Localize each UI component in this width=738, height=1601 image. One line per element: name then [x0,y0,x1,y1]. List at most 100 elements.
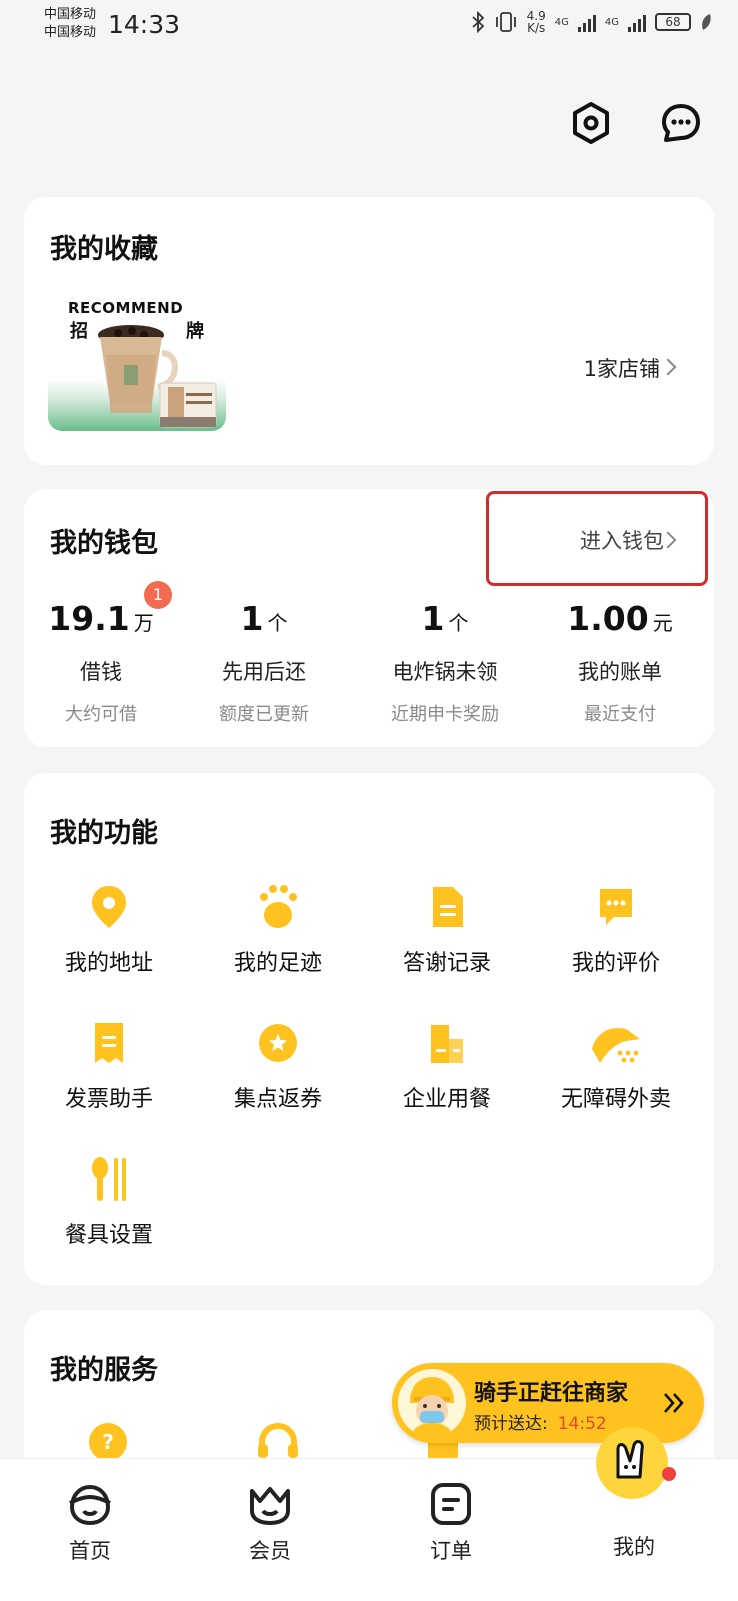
battery-level: 68 [665,15,681,29]
favorite-store-image[interactable]: RECOMMEND 招 牌 [48,295,226,431]
help-icon[interactable]: ? [88,1422,128,1462]
favorites-card: 我的收藏 RECOMMEND 招 牌 1家店铺 [24,197,714,465]
nav-orders[interactable]: 订单 [391,1481,511,1565]
wallet-label: 我的账单 [578,660,662,684]
wallet-value: 1.00 [567,599,649,638]
carrier-name-1: 中国移动 [44,7,97,22]
crown-face-icon [250,1487,290,1525]
home-face-icon [69,1484,111,1526]
wallet-label: 电炸锅未领 [392,660,498,684]
headset-icon[interactable] [256,1422,300,1462]
rider-eta: 预计送达: 14:52 [474,1409,607,1434]
function-label: 企业用餐 [402,1087,491,1112]
wallet-sub: 最近支付 [584,704,656,725]
status-bar: 中国移动 中国移动 14:33 4.9 K/s 4G 4G 68 [0,0,738,60]
notification-dot [662,1467,676,1481]
wallet-sub: 近期申卡奖励 [391,704,499,725]
document-icon [433,887,463,927]
receipt-icon [95,1023,123,1063]
double-chevron-right-icon[interactable] [662,1391,686,1415]
chevron-right-icon[interactable] [659,358,677,376]
wallet-value: 1 [421,599,445,638]
function-label: 无障碍外卖 [560,1087,671,1112]
function-label: 发票助手 [64,1087,153,1112]
carrier-info: 中国移动 中国移动 [44,6,96,42]
vibrate-icon [495,12,516,32]
rider-status-title: 骑手正赶往商家 [474,1381,629,1406]
wallet-item-bill[interactable]: 1.00 元 我的账单 最近支付 [535,599,705,726]
nav-home[interactable]: 首页 [30,1481,150,1565]
function-item-reviews[interactable]: 我的评价 [531,883,701,977]
nav-label: 订单 [430,1539,472,1563]
function-item-footprints[interactable]: 我的足迹 [193,883,363,977]
function-label: 集点返券 [233,1087,322,1112]
function-item-thanks-records[interactable]: 答谢记录 [362,883,532,977]
bottom-nav: 首页 会员 订单 我的 [0,1427,738,1601]
settings-icon[interactable] [568,100,614,146]
wallet-item-pay-later[interactable]: 1个 先用后还 额度已更新 [179,599,349,726]
nav-label: 我的 [613,1535,655,1559]
function-item-tableware[interactable]: 餐具设置 [24,1155,194,1249]
wallet-sub: 额度已更新 [219,704,309,725]
favorite-store-count[interactable]: 1家店铺 [584,353,660,383]
star-coin-icon [259,1024,297,1062]
signal-icon [577,12,596,32]
leaf-icon [702,14,711,30]
kangaroo-icon[interactable] [596,1427,668,1499]
eta-label: 预计送达: [474,1414,548,1434]
building-icon [431,1025,463,1063]
wallet-label: 借钱 [80,660,122,684]
notification-badge: 1 [144,581,172,609]
wallet-unit: 个 [448,611,469,635]
nav-label: 会员 [249,1539,291,1563]
bluetooth-icon [472,11,484,33]
function-item-points-coupon[interactable]: 集点返券 [193,1019,363,1113]
function-item-enterprise-dining[interactable]: 企业用餐 [362,1019,532,1113]
wallet-label: 先用后还 [222,660,306,684]
functions-title: 我的功能 [50,818,158,849]
location-pin-icon [92,886,126,928]
function-item-address[interactable]: 我的地址 [24,883,194,977]
order-list-icon [431,1483,471,1525]
wallet-unit: 元 [652,611,673,635]
milk-tea-cup-illustration [98,325,217,428]
svg-text:?: ? [102,1430,114,1454]
wallet-value: 19.1 [48,599,130,638]
nav-member[interactable]: 会员 [210,1481,330,1565]
net-speed-unit: K/s [527,21,546,35]
favorites-title: 我的收藏 [50,234,158,265]
function-label: 我的地址 [64,951,153,976]
net-speed: 4.9 K/s [527,10,546,34]
wallet-unit: 万 [133,611,154,635]
function-label: 我的评价 [571,951,660,976]
network-type-2: 4G [604,16,619,28]
services-title: 我的服务 [50,1355,158,1386]
function-item-accessible-delivery[interactable]: 无障碍外卖 [531,1019,701,1113]
rider-avatar [398,1369,466,1437]
function-label: 答谢记录 [402,951,491,976]
wallet-item-fryer-reward[interactable]: 1个 电炸锅未领 近期申卡奖励 [360,599,530,726]
function-label: 餐具设置 [64,1223,153,1248]
utensils-icon [92,1157,126,1201]
function-label: 我的足迹 [233,951,322,976]
wallet-item-loan[interactable]: 19.1 万 借钱 大约可借 [16,599,186,726]
wallet-unit: 个 [267,611,288,635]
carrier-name-2: 中国移动 [44,25,97,40]
comment-icon [600,889,632,925]
function-item-invoice[interactable]: 发票助手 [24,1019,194,1113]
paw-print-icon [260,885,297,928]
annotation-highlight-box [486,491,708,586]
functions-card: 我的功能 我的地址 我的足迹 答谢记录 我的评价 发票助手 集点返券 企业用餐 … [24,773,714,1285]
signal-icon-2 [628,12,646,32]
network-type-1: 4G [554,16,569,28]
wallet-sub: 大约可借 [65,704,137,725]
wallet-title: 我的钱包 [50,528,158,559]
message-icon[interactable] [658,100,704,146]
status-time: 14:33 [108,10,181,39]
accessible-delivery-icon [592,1027,640,1063]
nav-label: 首页 [69,1539,111,1563]
nav-me[interactable]: 我的 [574,1527,694,1561]
wallet-value: 1 [240,599,264,638]
status-icons: 4.9 K/s 4G 4G 68 [471,10,712,34]
battery-icon: 68 [655,13,691,31]
